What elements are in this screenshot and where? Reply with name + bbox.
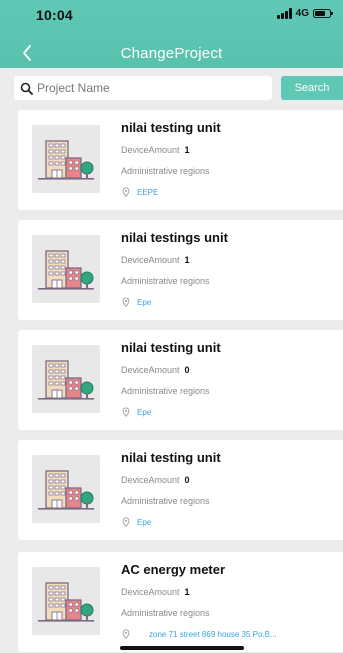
location-pin-icon <box>121 629 130 639</box>
location-pin-icon <box>121 407 130 417</box>
search-icon <box>19 81 33 95</box>
device-amount: DeviceAmount 1 <box>121 255 190 265</box>
project-location: Epe <box>121 297 151 307</box>
project-card[interactable]: AC energy meter DeviceAmount 1 Administra… <box>18 552 343 652</box>
location-pin-icon <box>121 297 130 307</box>
project-title: nilai testing unit <box>121 450 221 465</box>
device-amount: DeviceAmount 1 <box>121 145 190 155</box>
device-amount: DeviceAmount 0 <box>121 475 190 485</box>
location-pin-icon <box>121 517 130 527</box>
project-title: nilai testings unit <box>121 230 228 245</box>
project-location: EEPE <box>121 187 158 197</box>
device-amount-value: 0 <box>184 365 190 375</box>
device-amount-label: DeviceAmount <box>121 145 180 155</box>
location-text: Epe <box>137 517 152 527</box>
status-time: 10:04 <box>36 7 73 23</box>
building-icon <box>32 235 100 303</box>
change-project-screen: 10:04 4G ChangeProject Project Name Sear… <box>0 0 343 653</box>
location-text: EEPE <box>137 187 159 197</box>
administrative-regions-label: Administrative regions <box>121 496 210 506</box>
device-amount-value: 1 <box>184 145 190 155</box>
nav-bar: ChangeProject <box>0 38 343 68</box>
search-input[interactable] <box>37 81 257 95</box>
signal-icon <box>276 8 292 19</box>
project-card[interactable]: nilai testing unit DeviceAmount 0 Adminis… <box>18 330 343 430</box>
building-icon <box>32 455 100 523</box>
device-amount-value: 1 <box>184 255 190 265</box>
device-amount-value: 0 <box>184 475 190 485</box>
device-amount-label: DeviceAmount <box>121 255 180 265</box>
search-box[interactable] <box>14 76 272 100</box>
project-title: AC energy meter <box>121 562 226 577</box>
device-amount-label: DeviceAmount <box>121 365 180 375</box>
project-title: nilai testing unit <box>121 120 221 135</box>
administrative-regions-label: Administrative regions <box>121 276 210 286</box>
building-icon <box>32 345 100 413</box>
location-text: zone 71 street 869 house 35 Po.B... <box>149 629 277 639</box>
project-title: nilai testing unit <box>121 340 221 355</box>
search-row: Search <box>0 68 343 106</box>
location-text: Epe <box>137 297 152 307</box>
battery-icon <box>313 9 333 18</box>
network-type: 4G <box>295 8 309 19</box>
home-indicator[interactable] <box>120 646 244 650</box>
project-location: Epe <box>121 407 151 417</box>
building-icon <box>32 567 100 635</box>
device-amount: DeviceAmount 0 <box>121 365 190 375</box>
status-bar: 10:04 4G <box>0 0 343 34</box>
device-amount-value: 1 <box>184 587 190 597</box>
project-location: zone 71 street 869 house 35 Po.B... <box>121 629 277 639</box>
project-card[interactable]: nilai testings unit DeviceAmount 1 Admini… <box>18 220 343 320</box>
building-icon <box>32 125 100 193</box>
device-amount: DeviceAmount 1 <box>121 587 190 597</box>
project-location: Epe <box>121 517 151 527</box>
location-pin-icon <box>121 187 130 197</box>
administrative-regions-label: Administrative regions <box>121 166 210 176</box>
status-indicators: 4G <box>276 8 333 19</box>
project-card[interactable]: nilai testing unit DeviceAmount 0 Adminis… <box>18 440 343 540</box>
device-amount-label: DeviceAmount <box>121 475 180 485</box>
device-amount-label: DeviceAmount <box>121 587 180 597</box>
project-card[interactable]: nilai testing unit DeviceAmount 1 Adminis… <box>18 110 343 210</box>
page-title: ChangeProject <box>120 45 223 62</box>
administrative-regions-label: Administrative regions <box>121 608 210 618</box>
administrative-regions-label: Administrative regions <box>121 386 210 396</box>
search-button[interactable]: Search <box>281 76 343 100</box>
location-text: Epe <box>137 407 152 417</box>
